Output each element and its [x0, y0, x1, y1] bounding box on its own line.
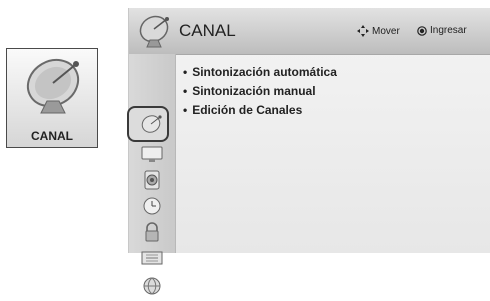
move-hint: Mover — [357, 25, 400, 37]
sidebar-item-lock[interactable] — [138, 222, 166, 242]
sidebar-item-picture[interactable] — [138, 144, 166, 164]
tv-screen-icon — [141, 146, 163, 162]
satellite-dish-icon — [26, 58, 80, 114]
menu-item-auto-tuning[interactable]: Sintonización automática — [183, 63, 337, 82]
canal-card[interactable]: CANAL — [6, 48, 98, 148]
enter-label: Ingresar — [430, 25, 467, 36]
page-title: CANAL — [179, 21, 236, 40]
ok-button-icon — [417, 25, 427, 36]
lock-icon — [145, 222, 159, 242]
globe-icon — [143, 277, 161, 295]
menu-item-manual-tuning[interactable]: Sintonización manual — [183, 82, 337, 101]
enter-hint: Ingresar — [417, 25, 467, 36]
satellite-dish-icon — [141, 115, 162, 133]
speaker-icon — [144, 170, 160, 190]
channel-menu-list: Sintonización automática Sintonización m… — [183, 63, 337, 120]
canal-card-label: CANAL — [31, 129, 73, 143]
channel-menu-panel: CANAL Mover Ingresar • Sintonización aut… — [127, 8, 490, 295]
input-icon — [141, 251, 163, 265]
sidebar-item-audio[interactable] — [138, 170, 166, 190]
sidebar — [127, 54, 176, 295]
satellite-dish-icon — [139, 15, 169, 48]
sidebar-item-time[interactable] — [138, 196, 166, 216]
menu-header: CANAL Mover Ingresar — [129, 8, 490, 55]
sidebar-item-channel[interactable] — [138, 114, 166, 134]
navigate-arrows-icon — [357, 25, 369, 37]
move-label: Mover — [372, 25, 400, 37]
clock-icon — [143, 197, 161, 215]
sidebar-item-input[interactable] — [138, 248, 166, 268]
menu-item-channel-edit[interactable]: Edición de Canales — [183, 101, 337, 120]
sidebar-item-option[interactable] — [138, 276, 166, 296]
